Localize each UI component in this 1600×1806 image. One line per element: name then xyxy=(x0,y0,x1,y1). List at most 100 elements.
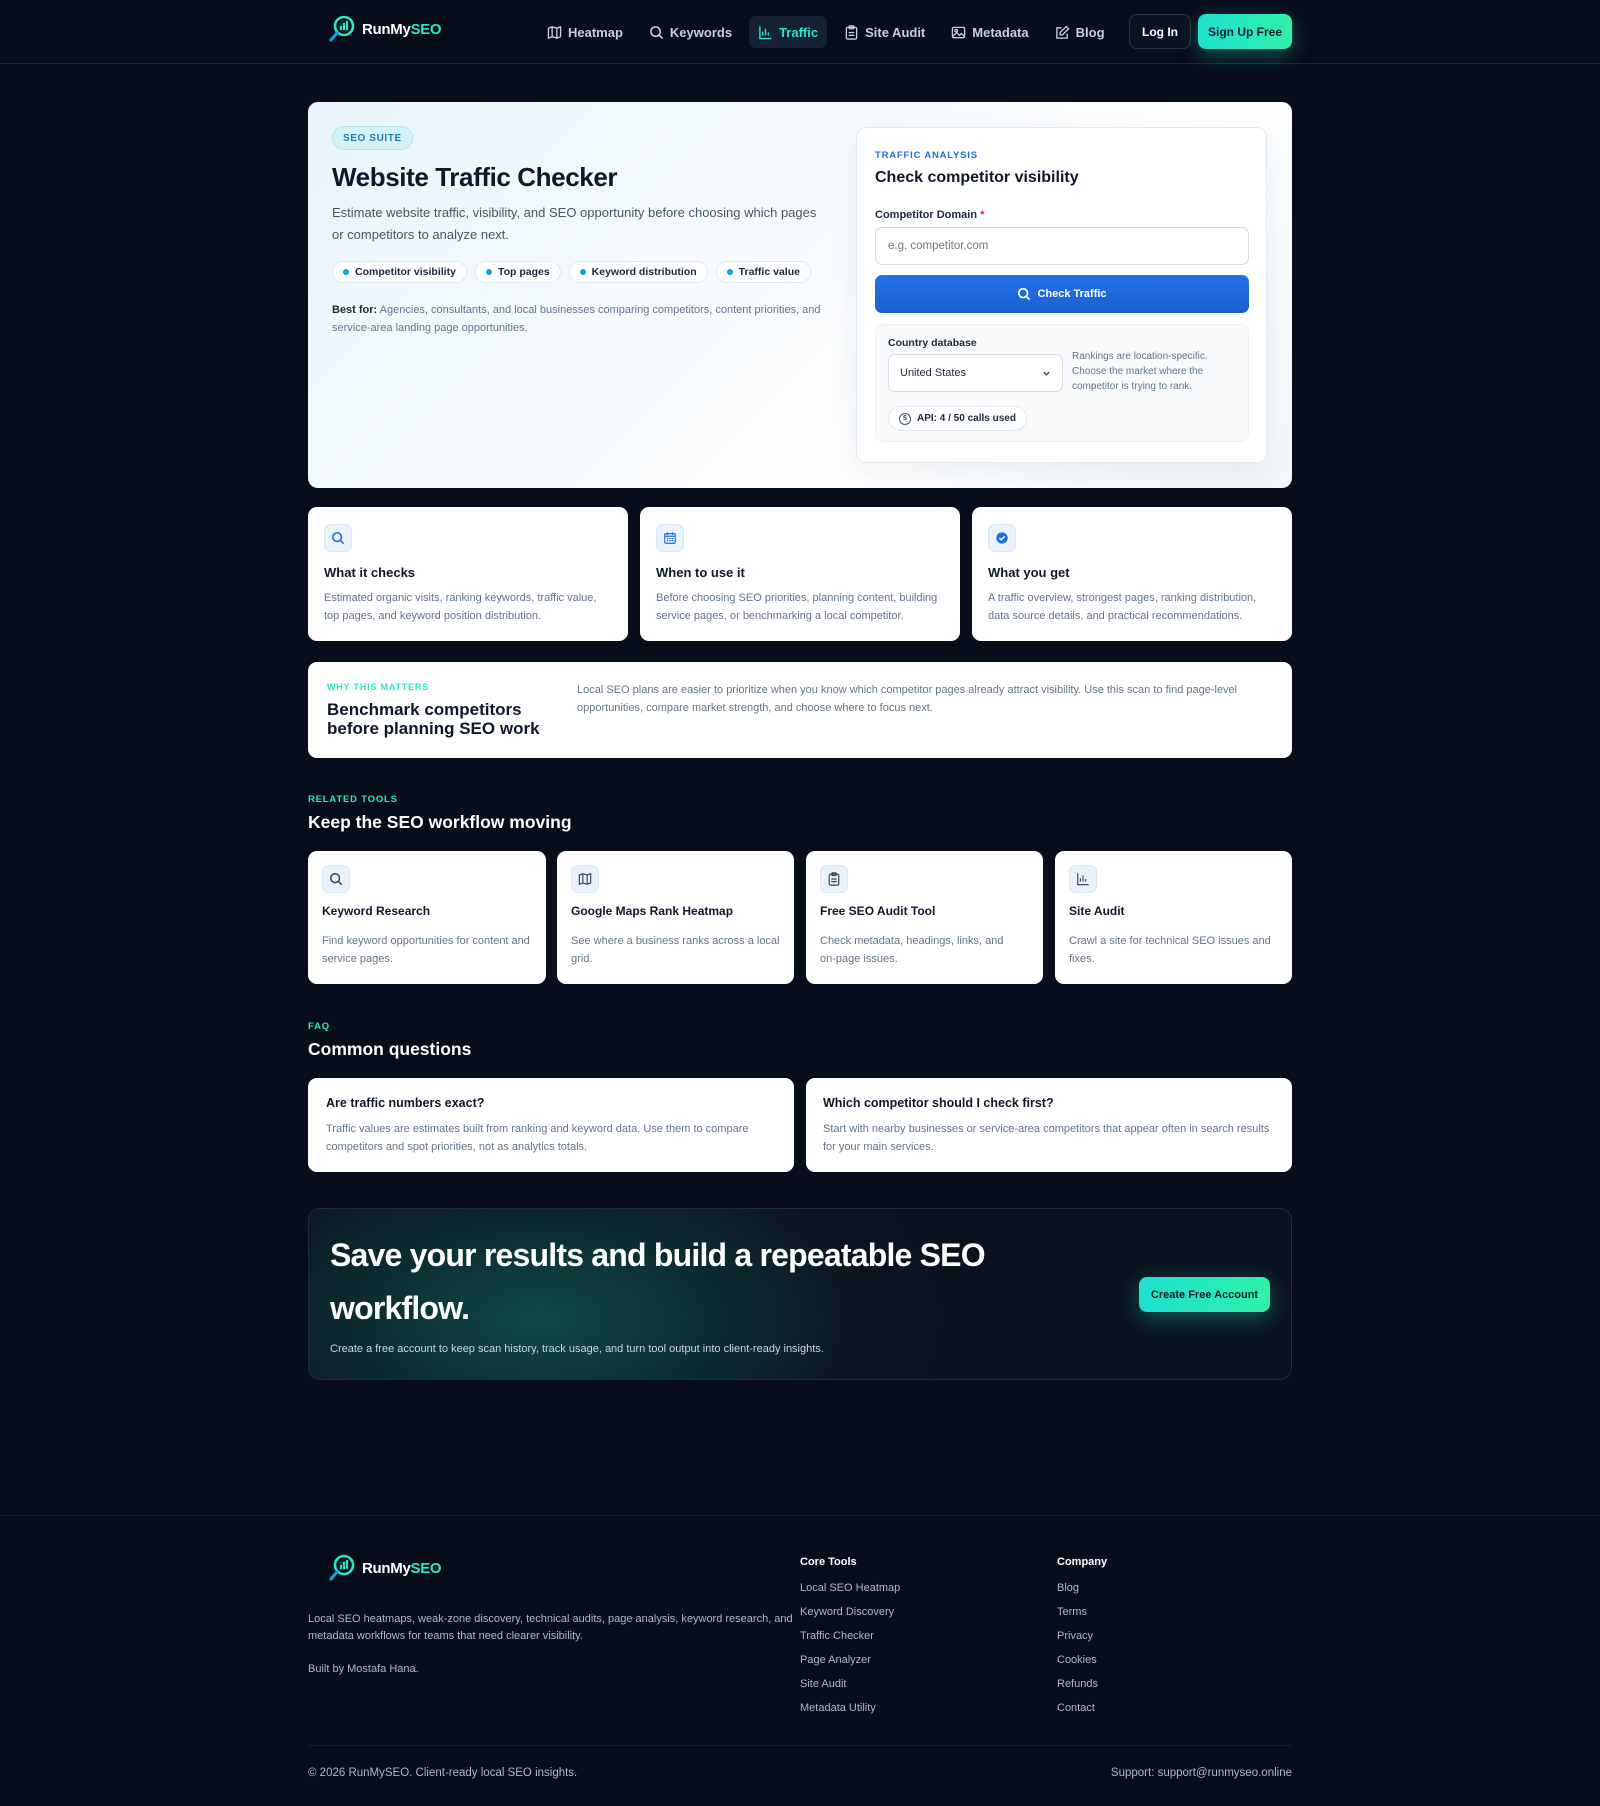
country-settings-box: Country database United States Rankings … xyxy=(875,324,1249,442)
faq-question: Which competitor should I check first? xyxy=(823,1096,1054,1110)
footer-link-traffic-checker[interactable]: Traffic Checker xyxy=(800,1630,874,1642)
chip-traffic-value: Traffic value xyxy=(715,261,811,283)
logo-magnifier-icon xyxy=(328,1553,358,1583)
brand-name-part1: RunMy xyxy=(362,20,411,38)
related-tool-title: Keyword Research xyxy=(322,904,431,918)
copyright-text: © 2026 RunMySEO. Client-ready local SEO … xyxy=(308,1767,578,1779)
nav-metadata-label: Metadata xyxy=(972,24,1029,40)
chip-label: Keyword distribution xyxy=(591,266,697,278)
chevron-down-icon xyxy=(1043,371,1050,376)
footer-divider xyxy=(0,1515,1600,1516)
chip-dot-icon xyxy=(726,269,733,275)
footer-core-tools-title: Core Tools xyxy=(800,1556,857,1568)
nav-blog-label: Blog xyxy=(1075,24,1105,40)
related-tool-site-audit[interactable]: Site Audit Crawl a site for technical SE… xyxy=(1055,851,1292,984)
card-text: A traffic overview, strongest pages, ran… xyxy=(988,592,1257,622)
footer-link-metadata-utility[interactable]: Metadata Utility xyxy=(800,1702,876,1714)
footer-description: Local SEO heatmaps, weak-zone discovery,… xyxy=(308,1613,793,1642)
required-mark: * xyxy=(980,209,985,221)
check-traffic-button[interactable]: Check Traffic xyxy=(875,275,1249,313)
create-account-button[interactable]: Create Free Account xyxy=(1139,1277,1270,1312)
nav-traffic-label: Traffic xyxy=(779,24,819,40)
chip-dot-icon xyxy=(343,269,349,275)
nav-blog[interactable]: Blog xyxy=(1046,16,1114,48)
hero-section: SEO SUITE Website Traffic Checker Estima… xyxy=(308,102,1292,488)
nav-heatmap[interactable]: Heatmap xyxy=(538,16,632,48)
why-text: Local SEO plans are easier to prioritize… xyxy=(577,684,1238,714)
brand-name: RunMySEO xyxy=(362,20,442,38)
search-icon xyxy=(650,25,664,39)
nav-traffic[interactable]: Traffic xyxy=(749,16,828,48)
nav-metadata[interactable]: Metadata xyxy=(942,16,1037,48)
competitor-domain-input[interactable] xyxy=(875,227,1249,265)
brand-name-part1: RunMy xyxy=(362,1559,411,1577)
footer-built-by: Built by Mostafa Hana. xyxy=(308,1663,419,1675)
edit-icon xyxy=(1055,24,1070,39)
top-navigation-bar: RunMySEO Heatmap Keywords Traffic Site A… xyxy=(0,0,1600,64)
seo-suite-badge: SEO SUITE xyxy=(332,126,413,150)
faq-kicker: FAQ xyxy=(308,1021,330,1032)
footer-bottom-divider xyxy=(308,1745,1292,1746)
nav-site-audit-label: Site Audit xyxy=(865,24,926,40)
competitor-domain-label-text: Competitor Domain xyxy=(875,209,978,221)
related-tool-text: Crawl a site for technical SEO issues an… xyxy=(1069,935,1271,965)
panel-kicker: TRAFFIC ANALYSIS xyxy=(875,150,978,161)
chip-label: Top pages xyxy=(497,266,550,278)
search-icon xyxy=(324,524,352,552)
signup-button[interactable]: Sign Up Free xyxy=(1198,14,1292,49)
faq-question: Are traffic numbers exact? xyxy=(326,1096,485,1110)
brand-name-part2: SEO xyxy=(410,20,442,38)
chip-label: Competitor visibility xyxy=(355,266,456,278)
country-select[interactable]: United States xyxy=(888,354,1063,392)
chip-top-pages: Top pages xyxy=(474,261,561,283)
footer-link-terms[interactable]: Terms xyxy=(1057,1606,1087,1618)
map-icon xyxy=(547,25,562,39)
footer-brand-logo[interactable]: RunMySEO xyxy=(328,1553,442,1583)
chip-dot-icon xyxy=(579,269,586,275)
related-tool-text: Check metadata, headings, links, and on-… xyxy=(820,935,1004,965)
footer-link-cookies[interactable]: Cookies xyxy=(1057,1654,1097,1666)
cta-title: Save your results and build a repeatable… xyxy=(330,1237,986,1326)
check-circle-icon xyxy=(988,524,1016,552)
brand-logo[interactable]: RunMySEO xyxy=(328,14,442,44)
why-this-matters-section: WHY THIS MATTERS Benchmark competitors b… xyxy=(308,662,1292,758)
faq-item: Which competitor should I check first? S… xyxy=(806,1078,1292,1172)
nav-site-audit[interactable]: Site Audit xyxy=(835,16,934,48)
faq-item: Are traffic numbers exact? Traffic value… xyxy=(308,1078,794,1172)
footer-link-site-audit[interactable]: Site Audit xyxy=(800,1678,846,1690)
feature-chips: Competitor visibility Top pages Keyword … xyxy=(332,261,811,283)
chip-keyword-distribution: Keyword distribution xyxy=(568,261,708,283)
page-title: Website Traffic Checker xyxy=(332,162,618,192)
nav-keywords[interactable]: Keywords xyxy=(640,16,741,48)
country-select-value: United States xyxy=(900,367,967,379)
brand-name-part2: SEO xyxy=(410,1559,442,1577)
footer-link-refunds[interactable]: Refunds xyxy=(1057,1678,1098,1690)
map-icon xyxy=(571,865,599,893)
best-for-label: Best for: xyxy=(332,304,378,316)
faq-answer: Traffic values are estimates built from … xyxy=(326,1123,749,1153)
footer-link-page-analyzer[interactable]: Page Analyzer xyxy=(800,1654,871,1666)
footer-link-keyword-discovery[interactable]: Keyword Discovery xyxy=(800,1606,894,1618)
info-card-what-it-checks: What it checks Estimated organic visits,… xyxy=(308,507,628,641)
why-title: Benchmark competitors before planning SE… xyxy=(327,700,540,738)
login-button[interactable]: Log In xyxy=(1129,14,1191,49)
footer-link-blog[interactable]: Blog xyxy=(1057,1582,1079,1594)
footer-link-contact[interactable]: Contact xyxy=(1057,1702,1095,1714)
related-tool-seo-audit[interactable]: Free SEO Audit Tool Check metadata, head… xyxy=(806,851,1043,984)
competitor-domain-label: Competitor Domain * xyxy=(875,209,984,221)
related-tool-keyword-research[interactable]: Keyword Research Find keyword opportunit… xyxy=(308,851,546,984)
footer-link-local-seo-heatmap[interactable]: Local SEO Heatmap xyxy=(800,1582,900,1594)
support-email-link[interactable]: Support: support@runmyseo.online xyxy=(1111,1767,1292,1779)
best-for-text: Best for: Agencies, consultants, and loc… xyxy=(332,301,832,337)
clipboard-icon xyxy=(820,865,848,893)
search-icon xyxy=(322,865,350,893)
hero-description: Estimate website traffic, visibility, an… xyxy=(332,205,817,242)
main-nav: Heatmap Keywords Traffic Site Audit Meta… xyxy=(538,16,1114,48)
footer-link-privacy[interactable]: Privacy xyxy=(1057,1630,1093,1642)
related-tool-maps-heatmap[interactable]: Google Maps Rank Heatmap See where a bus… xyxy=(557,851,794,984)
panel-title: Check competitor visibility xyxy=(875,169,1079,186)
related-tool-title: Google Maps Rank Heatmap xyxy=(571,904,734,918)
country-note: Rankings are location-specific. Choose t… xyxy=(1072,351,1208,392)
card-text: Estimated organic visits, ranking keywor… xyxy=(324,592,597,622)
brand-name: RunMySEO xyxy=(362,1559,442,1577)
